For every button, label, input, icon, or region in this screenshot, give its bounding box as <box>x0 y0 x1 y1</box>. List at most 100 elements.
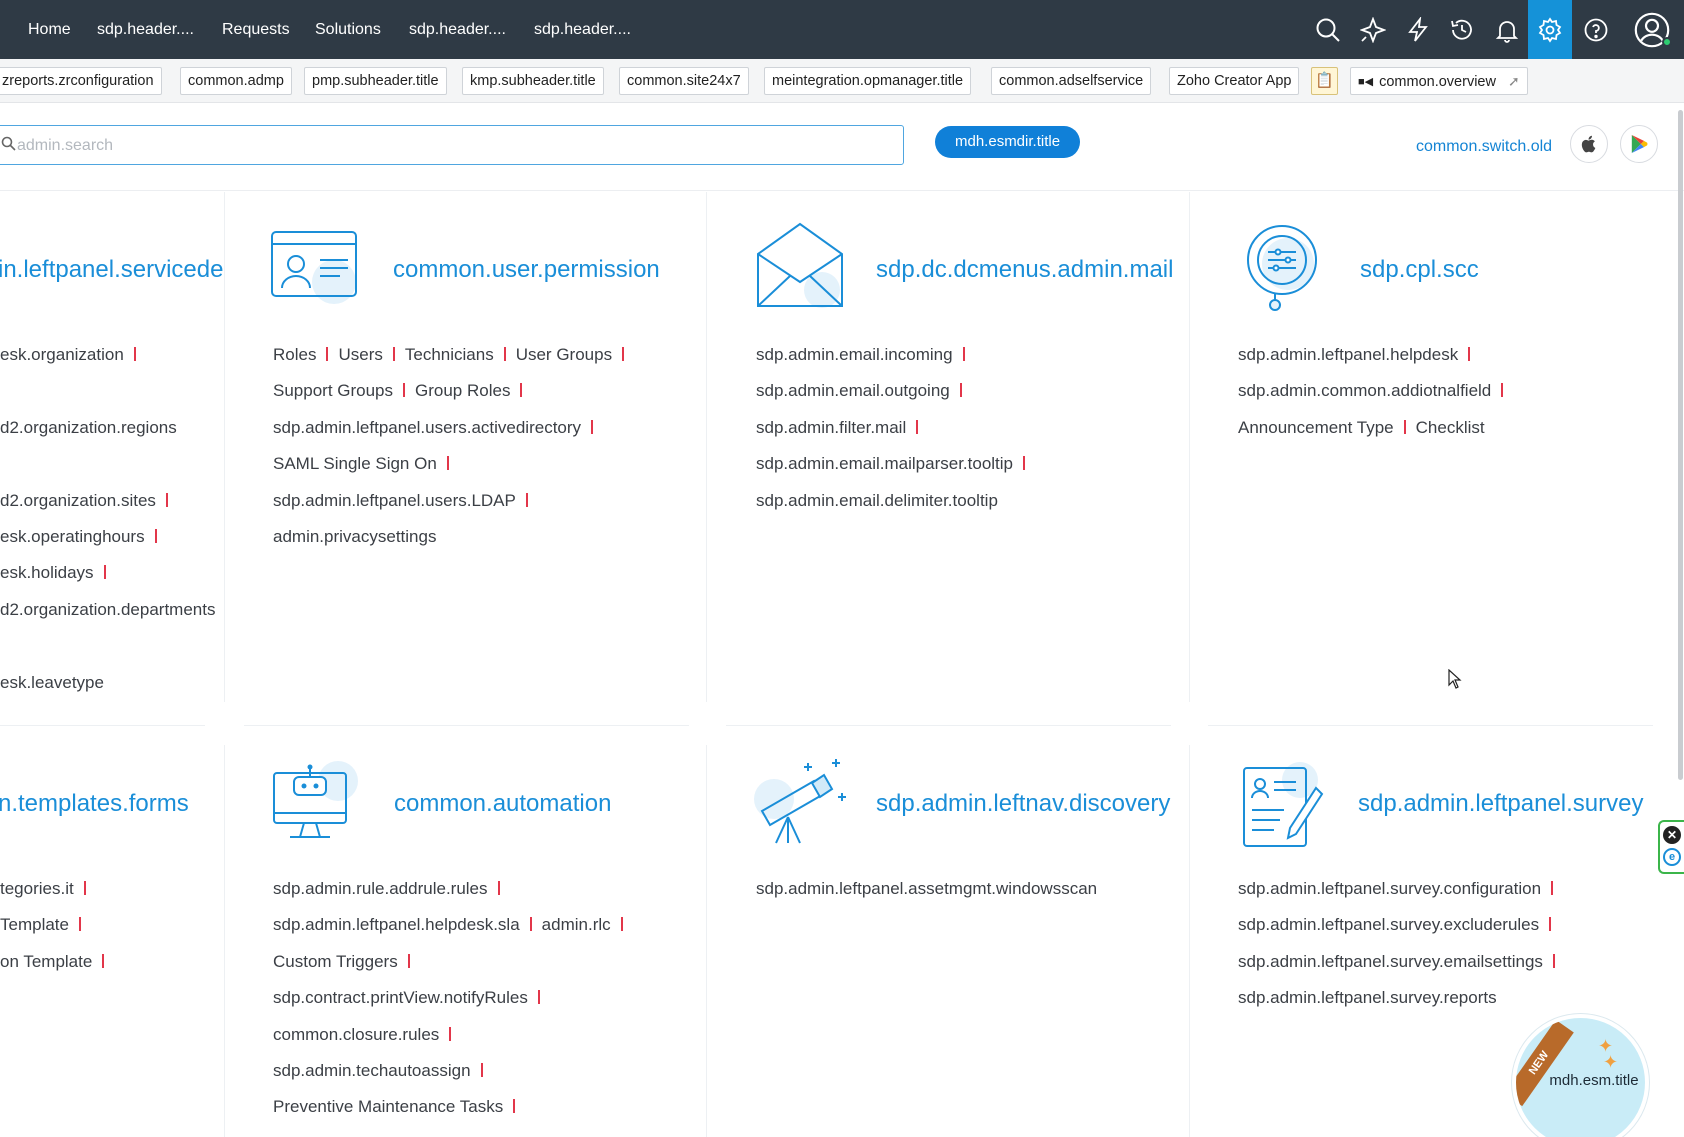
link-operatinghours[interactable]: esk.operatinghours <box>0 527 145 546</box>
link-preventive-maintenance[interactable]: Preventive Maintenance Tasks <box>273 1097 503 1116</box>
card-title-survey[interactable]: sdp.admin.leftpanel.survey <box>1358 790 1644 818</box>
link-departments[interactable]: d2.organization.departments <box>0 600 215 619</box>
link-checklist[interactable]: Checklist <box>1416 418 1485 437</box>
help-icon[interactable] <box>1574 0 1618 59</box>
close-icon[interactable]: ✕ <box>1663 826 1681 844</box>
link-sites[interactable]: d2.organization.sites <box>0 491 156 510</box>
separator <box>165 492 168 507</box>
chip-admp[interactable]: common.admp <box>180 67 292 95</box>
chip-overview[interactable]: ■◀ common.overview ➚ <box>1350 67 1528 95</box>
esm-directory-button[interactable]: mdh.esmdir.title <box>935 126 1081 158</box>
link-holidays[interactable]: esk.holidays <box>0 563 94 582</box>
link-categories[interactable]: tegories.it <box>0 879 74 898</box>
extension-e-icon[interactable]: e <box>1663 848 1681 866</box>
admin-search-box <box>0 125 904 165</box>
chip-zreports[interactable]: zreports.zrconfiguration <box>0 67 162 95</box>
switch-old-link[interactable]: common.switch.old <box>1416 138 1552 156</box>
lightning-icon[interactable] <box>1396 0 1440 59</box>
play-store-icon[interactable] <box>1620 125 1658 163</box>
chip-site24x7[interactable]: common.site24x7 <box>619 67 749 95</box>
link-mailparser[interactable]: sdp.admin.email.mailparser.tooltip <box>756 454 1013 473</box>
card-title-discovery[interactable]: sdp.admin.leftnav.discovery <box>876 790 1170 818</box>
separator <box>326 347 329 361</box>
separator <box>102 953 105 968</box>
link-users[interactable]: Users <box>338 345 382 364</box>
grid-divider <box>1189 192 1190 702</box>
automation-links: sdp.admin.rule.addrule.rules sdp.admin.l… <box>273 871 633 1126</box>
esm-new-bubble[interactable]: NEW ✦ ✦ mdh.esm.title <box>1512 1014 1649 1137</box>
search-icon <box>1 136 16 151</box>
chip-pmp[interactable]: pmp.subheader.title <box>304 67 447 95</box>
link-support-groups[interactable]: Support Groups <box>273 381 393 400</box>
search-icon[interactable] <box>1306 0 1350 59</box>
grid-divider <box>224 192 225 702</box>
gear-icon[interactable] <box>1528 0 1572 59</box>
history-icon[interactable] <box>1440 0 1484 59</box>
link-email-outgoing[interactable]: sdp.admin.email.outgoing <box>756 381 950 400</box>
user-avatar-icon[interactable] <box>1626 0 1678 59</box>
card-title-servicedesk[interactable]: in.leftpanel.servicedesk <box>0 256 224 284</box>
link-ldap[interactable]: sdp.admin.leftpanel.users.LDAP <box>273 491 516 510</box>
link-roles[interactable]: Roles <box>273 345 316 364</box>
separator <box>916 419 919 434</box>
link-leavetype[interactable]: esk.leavetype <box>0 673 104 692</box>
link-survey-excluderules[interactable]: sdp.admin.leftpanel.survey.excluderules <box>1238 915 1539 934</box>
link-announcement-type[interactable]: Announcement Type <box>1238 418 1394 437</box>
link-template[interactable]: Template <box>0 915 69 934</box>
admin-search-input[interactable] <box>17 132 877 160</box>
bell-icon[interactable] <box>1485 0 1529 59</box>
nav-requests[interactable]: Requests <box>222 0 290 59</box>
link-survey-reports[interactable]: sdp.admin.leftpanel.survey.reports <box>1238 988 1497 1007</box>
card-title-scc[interactable]: sdp.cpl.scc <box>1360 256 1479 284</box>
chip-zoho-creator[interactable]: Zoho Creator App <box>1169 67 1300 95</box>
separator <box>537 990 540 1005</box>
link-technicians[interactable]: Technicians <box>405 345 494 364</box>
link-survey-emailsettings[interactable]: sdp.admin.leftpanel.survey.emailsettings <box>1238 952 1543 971</box>
chip-kmp[interactable]: kmp.subheader.title <box>462 67 604 95</box>
link-organization[interactable]: esk.organization <box>0 345 124 364</box>
separator <box>133 347 136 361</box>
zia-icon[interactable] <box>1351 0 1395 59</box>
link-rlc[interactable]: admin.rlc <box>542 915 611 934</box>
link-on-template[interactable]: on Template <box>0 952 92 971</box>
link-sla[interactable]: sdp.admin.leftpanel.helpdesk.sla <box>273 915 520 934</box>
link-notify-rules[interactable]: sdp.contract.printView.notifyRules <box>273 988 528 1007</box>
nav-solutions[interactable]: Solutions <box>315 0 381 59</box>
rocket-icon[interactable]: ➚ <box>1508 68 1520 94</box>
video-camera-icon: ■◀ <box>1358 76 1374 88</box>
card-title-user-permission[interactable]: common.user.permission <box>393 256 660 284</box>
grid-divider <box>706 192 707 702</box>
link-email-incoming[interactable]: sdp.admin.email.incoming <box>756 345 953 364</box>
link-group-roles[interactable]: Group Roles <box>415 381 510 400</box>
link-saml-sso[interactable]: SAML Single Sign On <box>273 454 437 473</box>
link-helpdesk[interactable]: sdp.admin.leftpanel.helpdesk <box>1238 345 1458 364</box>
chip-adselfservice[interactable]: common.adselfservice <box>991 67 1152 95</box>
nav-sdp-header-1[interactable]: sdp.header.... <box>97 0 194 59</box>
nav-home[interactable]: Home <box>28 0 71 59</box>
side-extension-tab[interactable]: ✕ e <box>1658 820 1684 874</box>
apple-store-icon[interactable] <box>1570 125 1608 163</box>
link-privacy-settings[interactable]: admin.privacysettings <box>273 527 436 546</box>
link-filter-mail[interactable]: sdp.admin.filter.mail <box>756 418 906 437</box>
link-regions[interactable]: d2.organization.regions <box>0 418 177 437</box>
card-title-templates[interactable]: n.templates.forms <box>0 790 222 818</box>
chip-opmanager[interactable]: meintegration.opmanager.title <box>764 67 972 95</box>
link-survey-configuration[interactable]: sdp.admin.leftpanel.survey.configuration <box>1238 879 1541 898</box>
nav-sdp-header-2[interactable]: sdp.header.... <box>409 0 506 59</box>
card-title-automation[interactable]: common.automation <box>394 790 611 818</box>
mail-links: sdp.admin.email.incoming sdp.admin.email… <box>756 337 1035 519</box>
page-scrollbar[interactable] <box>1678 110 1683 780</box>
clipboard-icon[interactable]: 📋 <box>1311 67 1338 95</box>
card-title-mail[interactable]: sdp.dc.dcmenus.admin.mail <box>876 256 1189 284</box>
grid-divider <box>244 725 689 726</box>
link-rules[interactable]: sdp.admin.rule.addrule.rules <box>273 879 488 898</box>
link-tech-autoassign[interactable]: sdp.admin.techautoassign <box>273 1061 471 1080</box>
link-windows-scan[interactable]: sdp.admin.leftpanel.assetmgmt.windowssca… <box>756 879 1097 898</box>
link-delimiter[interactable]: sdp.admin.email.delimiter.tooltip <box>756 491 998 510</box>
link-custom-triggers[interactable]: Custom Triggers <box>273 952 398 971</box>
link-additional-field[interactable]: sdp.admin.common.addiotnalfield <box>1238 381 1491 400</box>
link-closure-rules[interactable]: common.closure.rules <box>273 1025 439 1044</box>
link-active-directory[interactable]: sdp.admin.leftpanel.users.activedirector… <box>273 418 581 437</box>
link-user-groups[interactable]: User Groups <box>516 345 612 364</box>
nav-sdp-header-3[interactable]: sdp.header.... <box>534 0 631 59</box>
